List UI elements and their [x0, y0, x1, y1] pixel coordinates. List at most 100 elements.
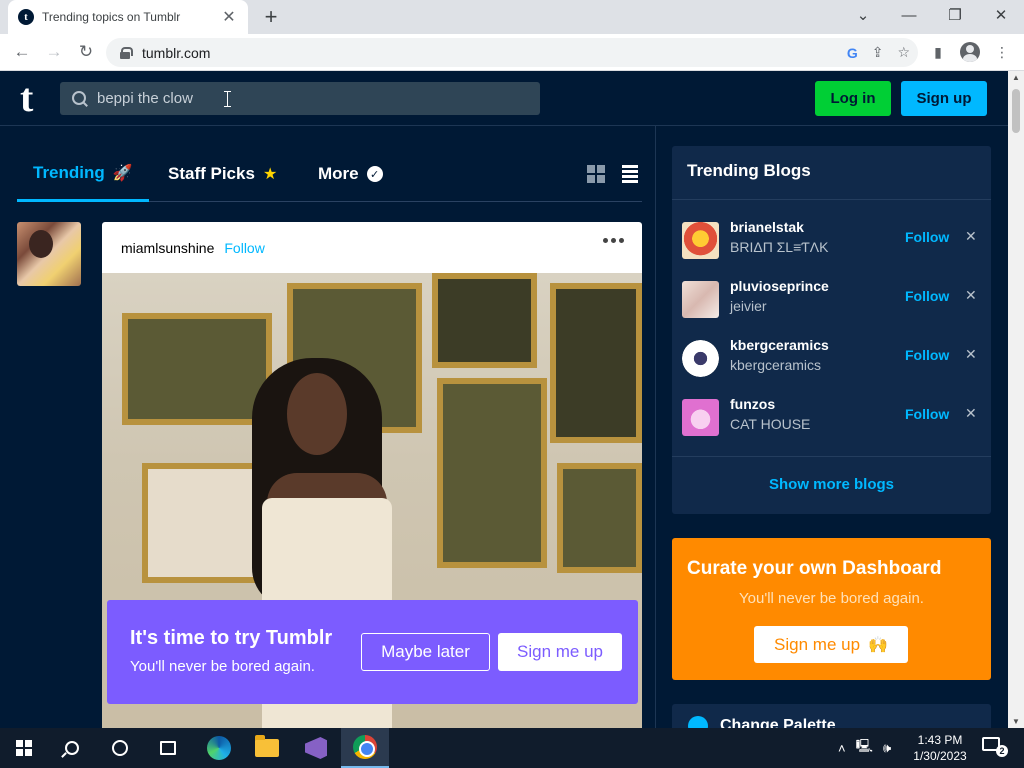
- dashboard-signup-button[interactable]: Sign me up 🙌: [754, 626, 908, 663]
- blog-name[interactable]: pluvioseprince: [730, 278, 829, 294]
- search-icon: [65, 741, 79, 755]
- dismiss-icon[interactable]: ✕: [965, 405, 977, 422]
- file-explorer-taskbar-button[interactable]: [243, 728, 291, 768]
- side-panel-icon[interactable]: ▮: [924, 38, 952, 66]
- list-view-icon[interactable]: [622, 165, 638, 183]
- windows-logo-icon: [16, 740, 32, 756]
- start-button[interactable]: [0, 728, 48, 768]
- share-icon[interactable]: ⇪: [872, 44, 884, 61]
- edge-icon: [207, 736, 231, 760]
- notification-center-button[interactable]: 2: [982, 737, 1008, 757]
- profile-button[interactable]: [956, 38, 984, 66]
- bookmark-star-icon[interactable]: ☆: [897, 44, 910, 61]
- dashboard-signup-label: Sign me up: [774, 634, 861, 654]
- divider: [672, 456, 991, 457]
- blog-avatar[interactable]: [682, 222, 719, 259]
- back-button[interactable]: ←: [8, 38, 36, 66]
- blog-follow-button[interactable]: Follow: [905, 288, 949, 304]
- scroll-up-arrow-icon[interactable]: ▲: [1008, 73, 1024, 82]
- painting-frame: [557, 463, 642, 573]
- login-button[interactable]: Log in: [815, 81, 891, 116]
- minimize-button[interactable]: —: [886, 0, 932, 30]
- taskbar-clock[interactable]: 1:43 PM 1/30/2023: [908, 732, 972, 764]
- folder-icon: [255, 735, 279, 757]
- network-icon[interactable]: 🖳: [856, 737, 873, 759]
- palette-icon: [688, 716, 708, 728]
- tab-trending[interactable]: Trending 🚀: [17, 146, 149, 202]
- tab-more[interactable]: More ✓: [318, 146, 383, 202]
- cortana-button[interactable]: [96, 728, 144, 768]
- clock-date: 1/30/2023: [913, 749, 967, 763]
- volume-icon[interactable]: 🕪: [883, 740, 891, 756]
- google-lens-icon[interactable]: G: [847, 45, 858, 61]
- raised-hands-icon: 🙌: [868, 636, 888, 654]
- tab-staff-picks[interactable]: Staff Picks ★: [168, 146, 277, 202]
- blog-name[interactable]: kbergceramics: [730, 337, 829, 353]
- scrollbar-thumb[interactable]: [1012, 89, 1020, 133]
- tab-search-button[interactable]: ⌄: [840, 0, 886, 30]
- tumblr-page: t Log in Sign up Trending 🚀 Staff Picks …: [0, 71, 1008, 728]
- dismiss-icon[interactable]: ✕: [965, 346, 977, 363]
- chevron-down-circle-icon: ✓: [366, 166, 383, 182]
- blog-name[interactable]: funzos: [730, 396, 775, 412]
- blog-title: BRIΔП ΣL≡ƬΛK: [730, 239, 829, 255]
- change-palette-card[interactable]: Change Palette: [672, 704, 991, 728]
- chrome-taskbar-button[interactable]: [341, 728, 389, 768]
- tab-close-icon[interactable]: ✕: [220, 7, 238, 27]
- post-author-name[interactable]: miamlsunshine: [121, 240, 214, 256]
- browser-tab-active[interactable]: t Trending topics on Tumblr ✕: [8, 0, 248, 34]
- search-box[interactable]: [60, 82, 540, 115]
- rocket-icon: 🚀: [112, 164, 133, 182]
- tab-label: Staff Picks: [168, 164, 255, 183]
- promo-title: It's time to try Tumblr: [130, 627, 333, 649]
- search-input[interactable]: [97, 90, 517, 107]
- blog-avatar[interactable]: [682, 281, 719, 318]
- taskbar-search-button[interactable]: [48, 728, 96, 768]
- address-bar[interactable]: tumblr.com G ⇪ ☆: [106, 38, 918, 67]
- windows-taskbar: ˄ 🖳 🕪 1:43 PM 1/30/2023 2: [0, 728, 1024, 768]
- page-scrollbar[interactable]: ▲ ▼: [1008, 71, 1024, 728]
- blog-follow-button[interactable]: Follow: [905, 347, 949, 363]
- tumblr-logo[interactable]: t: [20, 78, 46, 118]
- blog-row: kbergceramics kbergceramics Follow ✕: [682, 334, 982, 384]
- visual-studio-taskbar-button[interactable]: [292, 728, 340, 768]
- dismiss-icon[interactable]: ✕: [965, 228, 977, 245]
- search-icon: [72, 91, 87, 106]
- scroll-down-arrow-icon[interactable]: ▼: [1008, 717, 1024, 726]
- photo-subject-face: [287, 373, 347, 455]
- blog-row: funzos CAT HOUSE Follow ✕: [682, 393, 982, 443]
- tab-label: Trending: [33, 162, 105, 182]
- task-view-button[interactable]: [144, 728, 192, 768]
- browser-menu-icon[interactable]: ⋮: [988, 38, 1016, 66]
- site-header: t Log in Sign up: [0, 71, 1008, 126]
- blog-name[interactable]: brianelstak: [730, 219, 804, 235]
- new-tab-button[interactable]: +: [258, 4, 284, 30]
- dashboard-card-subtitle: You'll never be bored again.: [739, 590, 924, 607]
- show-more-blogs-link[interactable]: Show more blogs: [672, 476, 991, 493]
- signup-button[interactable]: Sign up: [901, 81, 987, 116]
- blog-avatar[interactable]: [682, 340, 719, 377]
- blog-follow-button[interactable]: Follow: [905, 406, 949, 422]
- system-tray: ˄ 🖳 🕪: [838, 728, 891, 768]
- close-window-button[interactable]: ✕: [978, 0, 1024, 30]
- restore-button[interactable]: ❐: [932, 0, 978, 30]
- painting-frame: [122, 313, 272, 425]
- edge-taskbar-button[interactable]: [195, 728, 243, 768]
- more-options-icon[interactable]: [603, 238, 624, 243]
- blog-follow-button[interactable]: Follow: [905, 229, 949, 245]
- promo-signup-button[interactable]: Sign me up: [498, 633, 622, 671]
- post-follow-link[interactable]: Follow: [224, 240, 264, 256]
- chevron-up-icon[interactable]: ˄: [838, 741, 846, 756]
- url-text[interactable]: tumblr.com: [142, 45, 210, 61]
- lock-icon[interactable]: [120, 46, 133, 59]
- blog-avatar[interactable]: [682, 399, 719, 436]
- maybe-later-button[interactable]: Maybe later: [361, 633, 490, 671]
- blog-title: CAT HOUSE: [730, 416, 811, 432]
- post-author-avatar[interactable]: [17, 222, 81, 286]
- dismiss-icon[interactable]: ✕: [965, 287, 977, 304]
- reload-button[interactable]: ↻: [72, 38, 100, 66]
- try-tumblr-banner: It's time to try Tumblr You'll never be …: [107, 600, 638, 704]
- grid-view-icon[interactable]: [587, 165, 605, 183]
- forward-button[interactable]: →: [40, 38, 68, 66]
- star-icon: ★: [262, 166, 278, 183]
